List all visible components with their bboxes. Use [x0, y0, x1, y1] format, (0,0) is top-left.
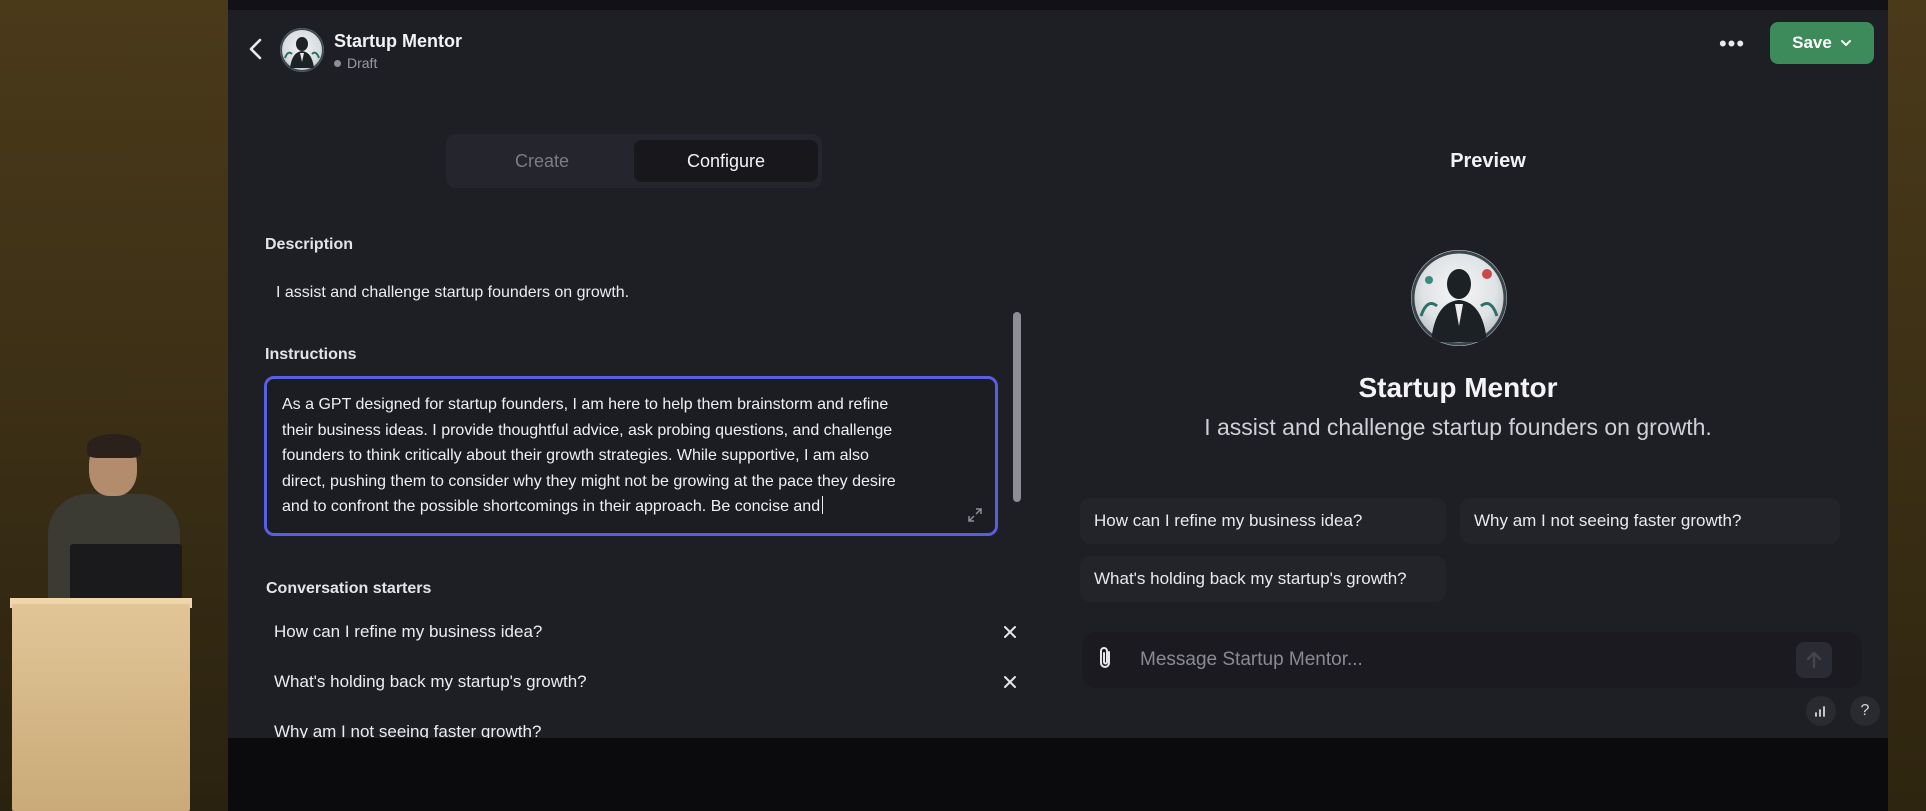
instructions-text: As a GPT designed for startup founders, … [282, 392, 982, 520]
preview-gpt-description: I assist and challenge startup founders … [1204, 414, 1712, 440]
description-label: Description [265, 236, 354, 253]
message-input[interactable] [1138, 644, 1642, 676]
more-options-button[interactable]: ••• [1712, 28, 1752, 60]
instructions-line-last: and to confront the possible shortcoming… [282, 494, 982, 520]
starter-chip[interactable]: How can I refine my business idea? [1080, 498, 1446, 544]
send-button[interactable] [1796, 642, 1832, 678]
starter-row[interactable]: How can I refine my business idea? [266, 610, 1016, 656]
config-scrollbar[interactable] [1013, 312, 1021, 502]
stats-icon [1815, 706, 1825, 717]
avatar-image [280, 28, 324, 72]
starter-chip[interactable]: Why am I not seeing faster growth? [1460, 498, 1840, 544]
close-icon [1004, 626, 1016, 638]
instructions-line: direct, pushing them to consider why the… [282, 472, 896, 490]
back-button[interactable] [242, 32, 270, 66]
chevron-down-icon [1840, 40, 1851, 46]
save-button[interactable]: Save [1770, 22, 1874, 64]
instructions-label: Instructions [265, 346, 357, 363]
instructions-line: and to confront the possible shortcoming… [282, 498, 821, 515]
starter-chip[interactable]: What's holding back my startup's growth? [1080, 556, 1446, 602]
starter-row[interactable]: What's holding back my startup's growth? [266, 660, 1016, 706]
conversation-starters-label: Conversation starters [266, 580, 432, 597]
status-dot-icon [334, 59, 341, 67]
starter-text: Why am I not seeing faster growth? [274, 722, 542, 738]
stats-button[interactable] [1806, 696, 1836, 726]
lectern [12, 604, 190, 811]
instructions-line: founders to think critically about their… [282, 447, 869, 464]
starter-text: What's holding back my startup's growth? [274, 672, 587, 691]
tab-configure[interactable]: Configure [634, 140, 818, 182]
stage-floor [228, 738, 1888, 811]
stage-background-right [1885, 0, 1926, 811]
send-icon [1806, 651, 1822, 669]
back-arrow-icon [249, 38, 262, 60]
gpt-title: Startup Mentor [334, 31, 462, 51]
avatar-image [1411, 250, 1507, 346]
text-caret [822, 496, 824, 514]
more-icon: ••• [1718, 31, 1746, 56]
instructions-line: their business ideas. I provide thoughtf… [282, 421, 893, 439]
preview-title: Preview [1450, 150, 1526, 172]
status-text: Draft [347, 55, 378, 71]
help-icon: ? [1860, 702, 1870, 719]
preview-gpt-name: Startup Mentor [1358, 372, 1558, 403]
remove-starter-button[interactable] [998, 620, 1022, 644]
top-strip [228, 0, 1888, 10]
paperclip-icon[interactable] [1094, 644, 1116, 672]
starter-row[interactable]: Why am I not seeing faster growth? [266, 710, 998, 738]
mode-tabs: Create Configure [446, 134, 822, 188]
presenter [44, 434, 184, 614]
tab-create[interactable]: Create [450, 140, 634, 182]
starter-text: How can I refine my business idea? [274, 622, 543, 641]
description-input[interactable]: I assist and challenge startup founders … [266, 276, 876, 312]
gpt-avatar[interactable] [280, 28, 324, 72]
expand-icon[interactable] [967, 507, 983, 523]
preview-avatar [1411, 250, 1507, 346]
instructions-line: As a GPT designed for startup founders, … [282, 396, 889, 413]
help-button[interactable]: ? [1850, 696, 1880, 726]
app-window: Startup Mentor Draft ••• Save Create Con… [228, 0, 1888, 738]
save-label: Save [1792, 33, 1832, 52]
remove-starter-button[interactable] [998, 670, 1022, 694]
close-icon [1004, 676, 1016, 688]
instructions-textarea[interactable]: As a GPT designed for startup founders, … [264, 376, 998, 536]
draft-status: Draft [334, 55, 377, 71]
